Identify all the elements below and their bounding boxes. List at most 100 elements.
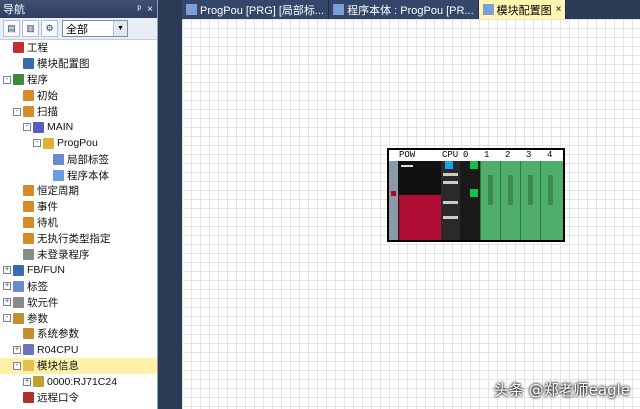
tree-item[interactable]: - 扫描: [0, 104, 157, 120]
tree-item[interactable]: - 模块信息: [0, 357, 157, 374]
tree-item[interactable]: - ProgPou: [0, 135, 157, 151]
slot-0-module[interactable]: [460, 161, 480, 240]
collapse-icon[interactable]: -: [23, 123, 31, 132]
system-param-icon: [23, 328, 34, 340]
expand-icon[interactable]: +: [3, 282, 11, 291]
empty-slot-4[interactable]: [540, 161, 563, 240]
navigation-title: 导航: [3, 4, 25, 16]
tree-item-label: 无执行类型指定: [37, 233, 111, 246]
tree-item-label: 待机: [37, 217, 58, 230]
editor-tab[interactable]: ProgPou [PRG] [局部标...: [182, 0, 330, 19]
expand-icon[interactable]: +: [3, 298, 11, 307]
empty-slot-1[interactable]: [480, 161, 500, 240]
tree-item-label: FB/FUN: [27, 264, 65, 277]
close-icon[interactable]: ×: [556, 4, 562, 15]
close-icon[interactable]: ×: [147, 4, 153, 15]
cpu-module[interactable]: [441, 161, 460, 240]
unregistered-icon: [23, 249, 34, 261]
slot-label-4: 4: [547, 150, 553, 160]
slot-label-2: 2: [505, 150, 511, 160]
filter-value: 全部: [66, 23, 88, 36]
tree-item[interactable]: - 参数: [0, 310, 157, 326]
tree-item-label: 系统参数: [37, 328, 79, 341]
tree-item[interactable]: 程序本体: [0, 167, 157, 183]
tree-item[interactable]: +0000:RJ71C24: [0, 374, 157, 390]
document-icon: [333, 4, 345, 15]
tree-item-label: MAIN: [47, 121, 74, 134]
tree-item-label: 局部标签: [67, 153, 109, 166]
gear-icon[interactable]: ⚙: [41, 20, 58, 37]
tab-label: ProgPou [PRG] [局部标...: [200, 4, 325, 17]
tree-item[interactable]: + FB/FUN: [0, 262, 157, 278]
expand-icon[interactable]: +: [3, 266, 11, 275]
slot-connector: [488, 175, 493, 205]
module-config-canvas[interactable]: POW CPU 0 1 2 3 4: [182, 19, 640, 409]
expand-icon[interactable]: +: [23, 377, 31, 386]
power-panel: [399, 195, 441, 240]
tree-item[interactable]: 系统参数: [0, 326, 157, 342]
pin-icon[interactable]: ᵖ: [137, 4, 141, 15]
tree-item-label: 模块配置图: [37, 58, 90, 71]
expand-tree-icon[interactable]: ▤: [3, 20, 20, 37]
tree-item-label: 软元件: [27, 296, 59, 309]
tree-item[interactable]: + R04CPU: [0, 342, 157, 358]
tree-item-label: 扫描: [37, 106, 58, 118]
tree-item[interactable]: 初始: [0, 88, 157, 104]
module-config-icon: [23, 58, 34, 70]
empty-slot-3[interactable]: [520, 161, 540, 240]
collapse-icon[interactable]: -: [13, 107, 21, 116]
tree-item[interactable]: 远程口令: [0, 390, 157, 406]
slot-connector: [528, 175, 533, 205]
tree-item[interactable]: - 程序: [0, 72, 157, 88]
collapse-icon[interactable]: -: [3, 75, 11, 84]
task-icon: [23, 90, 34, 102]
tree-item[interactable]: 待机: [0, 215, 157, 231]
collapse-icon[interactable]: -: [3, 314, 11, 323]
power-led: [401, 165, 413, 167]
tree-item[interactable]: 恒定周期: [0, 183, 157, 199]
label-icon: [13, 280, 24, 292]
watermark: 头条 @郑老师eagle: [493, 381, 630, 399]
navigation-title-bar: 导航 ᵖ ×: [0, 0, 157, 18]
fb-icon: [13, 264, 24, 276]
tree-item[interactable]: 局部标签: [0, 151, 157, 167]
task-icon: [23, 201, 34, 213]
panel-splitter[interactable]: [158, 0, 182, 409]
editor-tab[interactable]: 程序本体 : ProgPou [PR...: [329, 0, 479, 19]
side-indicator: [391, 191, 396, 196]
collapse-tree-icon[interactable]: ▥: [22, 20, 39, 37]
task-icon: [23, 185, 34, 197]
module-status-indicator: [470, 189, 478, 197]
tree-item[interactable]: + 标签: [0, 278, 157, 294]
program-icon: [13, 74, 24, 86]
slot-label-cpu: CPU: [442, 150, 459, 160]
tree-item[interactable]: + 软元件: [0, 294, 157, 310]
tree-item[interactable]: 模块配置图: [0, 56, 157, 72]
expand-icon[interactable]: +: [13, 345, 21, 354]
tree-item[interactable]: 工程: [0, 40, 157, 56]
tree-item-label: 工程: [27, 42, 48, 55]
editor-tab-bar: ProgPou [PRG] [局部标... 程序本体 : ProgPou [PR.…: [182, 0, 640, 19]
module-icon: [33, 376, 44, 388]
tab-label: 模块配置图: [496, 4, 552, 17]
base-rack[interactable]: POW CPU 0 1 2 3 4: [387, 148, 565, 242]
filter-select[interactable]: 全部 ▼: [62, 20, 128, 37]
rack-side: [389, 161, 398, 240]
collapse-icon[interactable]: -: [33, 139, 41, 148]
cpu-detail-line: [443, 216, 458, 219]
empty-slot-2[interactable]: [500, 161, 520, 240]
tree-item-label: R04CPU: [37, 343, 79, 356]
tree-item[interactable]: 事件: [0, 199, 157, 215]
tree-item[interactable]: 无执行类型指定: [0, 231, 157, 247]
tree-item[interactable]: - MAIN: [0, 119, 157, 135]
editor-tab[interactable]: 模块配置图 ×: [478, 0, 567, 19]
power-supply-module[interactable]: [389, 161, 441, 240]
collapse-icon[interactable]: -: [13, 361, 21, 370]
task-icon: [23, 233, 34, 245]
tree-item-label: 远程口令: [37, 392, 79, 405]
tree-item[interactable]: 未登录程序: [0, 247, 157, 263]
tab-label: 程序本体 : ProgPou [PR...: [347, 4, 474, 17]
navigation-panel: 导航 ᵖ × ▤ ▥ ⚙ 全部 ▼ 工程 模块配置图 - 程序 初始 - 扫描 - MAIN - P…: [0, 0, 158, 409]
chevron-down-icon[interactable]: ▼: [113, 21, 127, 36]
slot-label-0: 0: [463, 150, 469, 160]
